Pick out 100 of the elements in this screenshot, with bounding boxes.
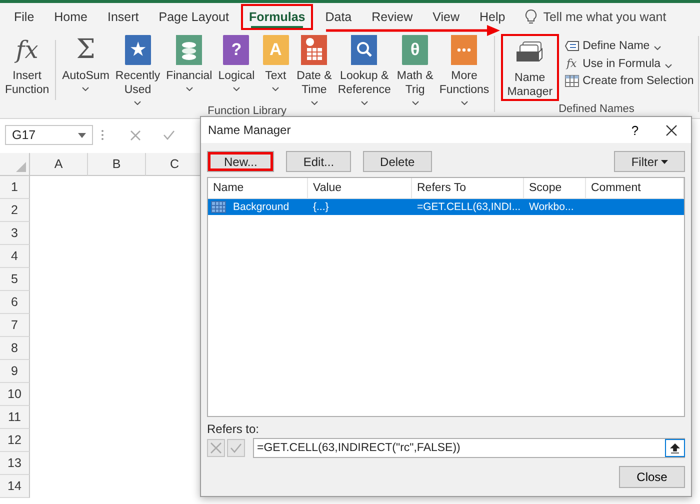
magnifier-book-icon <box>351 35 378 65</box>
table-cell-text: {...} <box>312 200 330 215</box>
ribbon-button[interactable]: ★ Recently Used <box>112 34 164 105</box>
ribbon-tab[interactable]: Page Layout <box>150 4 237 30</box>
column-header[interactable]: Scope <box>524 178 586 198</box>
caret-icon <box>82 87 90 91</box>
caret-icon <box>272 87 280 91</box>
caret-icon <box>310 101 318 105</box>
ribbon-tab[interactable]: Help <box>472 4 514 30</box>
ribbon-tab[interactable]: File <box>6 4 42 30</box>
dialog-button[interactable]: New... <box>207 151 274 172</box>
ribbon-tab[interactable]: View <box>424 4 468 30</box>
ribbon-button[interactable]: Financial <box>163 34 216 91</box>
book-icon: A <box>262 35 289 65</box>
column-header[interactable]: Name <box>208 178 308 198</box>
enter-icon[interactable] <box>163 130 175 140</box>
ribbon-command[interactable]: Define Name <box>562 39 696 53</box>
ribbon-tab[interactable]: Home <box>46 4 96 30</box>
ribbon-button[interactable]: θ Math & Trig <box>394 34 436 105</box>
dialog-button[interactable]: Delete <box>363 151 432 172</box>
cancel-button[interactable] <box>207 439 225 457</box>
refers-to-field[interactable]: =GET.CELL(63,INDIRECT("rc",FALSE)) <box>253 438 685 458</box>
dialog-title: Name Manager <box>208 123 292 137</box>
collapse-icon <box>670 442 680 454</box>
cancel-icon <box>210 442 222 454</box>
grip-icon <box>101 129 104 141</box>
dialog-button[interactable]: Edit... <box>286 151 352 172</box>
function-glyph-icon: Σ <box>76 34 96 66</box>
column-header[interactable]: Comment <box>586 178 684 198</box>
ribbon-button[interactable]: More Functions <box>436 34 492 105</box>
ribbon-tab[interactable]: Review <box>364 4 421 30</box>
stacked-cards-icon <box>514 40 545 64</box>
caret-icon <box>186 87 193 91</box>
caret-icon <box>460 101 468 105</box>
row-header[interactable]: 4 <box>0 245 30 268</box>
row-header[interactable]: 12 <box>0 429 30 452</box>
caret-icon <box>232 87 240 91</box>
dropdown-icon <box>78 132 86 138</box>
column-header[interactable]: A <box>30 153 88 176</box>
row-header[interactable]: 14 <box>0 475 30 498</box>
help-button[interactable]: ? <box>619 122 651 138</box>
tell-me-field[interactable]: Tell me what you want <box>543 10 666 24</box>
column-header[interactable]: B <box>88 153 146 176</box>
book-icon: ? <box>223 35 250 65</box>
select-all-icon[interactable] <box>16 162 26 172</box>
row-header[interactable]: 13 <box>0 452 30 475</box>
ribbon-command[interactable]: Create from Selection <box>562 74 696 88</box>
function-glyph-icon: fx <box>564 57 579 70</box>
row-header[interactable]: 6 <box>0 291 30 314</box>
close-icon <box>666 124 676 136</box>
row-header[interactable]: 7 <box>0 314 30 337</box>
dots-book-icon <box>451 35 478 65</box>
check-icon <box>230 443 242 453</box>
collapse-button[interactable] <box>665 439 685 457</box>
ribbon-button[interactable]: Date & Time <box>294 34 335 105</box>
lightbulb-icon <box>525 8 538 24</box>
name-tag-icon <box>564 41 579 51</box>
calendar-book-icon <box>301 35 328 65</box>
close-dialog-button[interactable]: Close <box>619 466 685 488</box>
cancel-icon[interactable] <box>130 130 141 140</box>
row-header[interactable]: 8 <box>0 337 30 360</box>
caret-icon <box>664 64 672 68</box>
function-glyph-icon: fx <box>16 34 38 66</box>
name-box[interactable]: G17 <box>5 125 93 145</box>
dropdown-icon <box>661 160 668 164</box>
ribbon-tab[interactable]: Formulas <box>240 4 314 30</box>
ribbon-button[interactable]: ? Logical <box>215 34 258 91</box>
name-row[interactable]: Background {...} =GET.CELL(63,INDI... Workbo... <box>208 199 684 215</box>
refers-to-label: Refers to: <box>206 421 260 438</box>
row-header[interactable]: 2 <box>0 199 30 222</box>
row-header[interactable]: 5 <box>0 268 30 291</box>
row-header[interactable]: 10 <box>0 383 30 406</box>
ribbon-tab[interactable]: Insert <box>100 4 147 30</box>
table-cell-text: Workbo... <box>528 200 575 215</box>
group-label: Defined Names <box>558 103 634 117</box>
ribbon-button[interactable]: Σ AutoSum <box>59 34 112 91</box>
ribbon-tab[interactable]: Data <box>317 4 360 30</box>
caret-icon <box>134 101 142 105</box>
table-icon <box>211 201 226 213</box>
caret-icon <box>360 101 368 105</box>
table-icon <box>564 75 579 87</box>
book-icon: ★ <box>124 35 151 65</box>
name-manager-button[interactable]: Name Manager <box>501 34 559 101</box>
row-header[interactable]: 11 <box>0 406 30 429</box>
ribbon-button[interactable]: A Text <box>258 34 294 91</box>
ribbon-command[interactable]: fx Use in Formula <box>562 56 696 71</box>
caret-icon <box>412 101 419 105</box>
row-header[interactable]: 1 <box>0 176 30 199</box>
filter-button[interactable]: Filter <box>614 151 685 172</box>
table-cell-text: Background <box>232 200 290 215</box>
row-header[interactable]: 9 <box>0 360 30 383</box>
confirm-button[interactable] <box>227 439 245 457</box>
column-header[interactable]: Value <box>308 178 412 198</box>
row-header[interactable]: 3 <box>0 222 30 245</box>
group-label: Function Library <box>208 105 287 119</box>
ribbon-button[interactable]: Lookup & Reference <box>334 34 394 105</box>
caret-icon <box>654 46 661 50</box>
column-header[interactable]: Refers To <box>412 178 524 198</box>
ribbon-button[interactable]: fx Insert Function <box>2 34 52 97</box>
table-cell-text: =GET.CELL(63,INDI... <box>416 200 522 215</box>
